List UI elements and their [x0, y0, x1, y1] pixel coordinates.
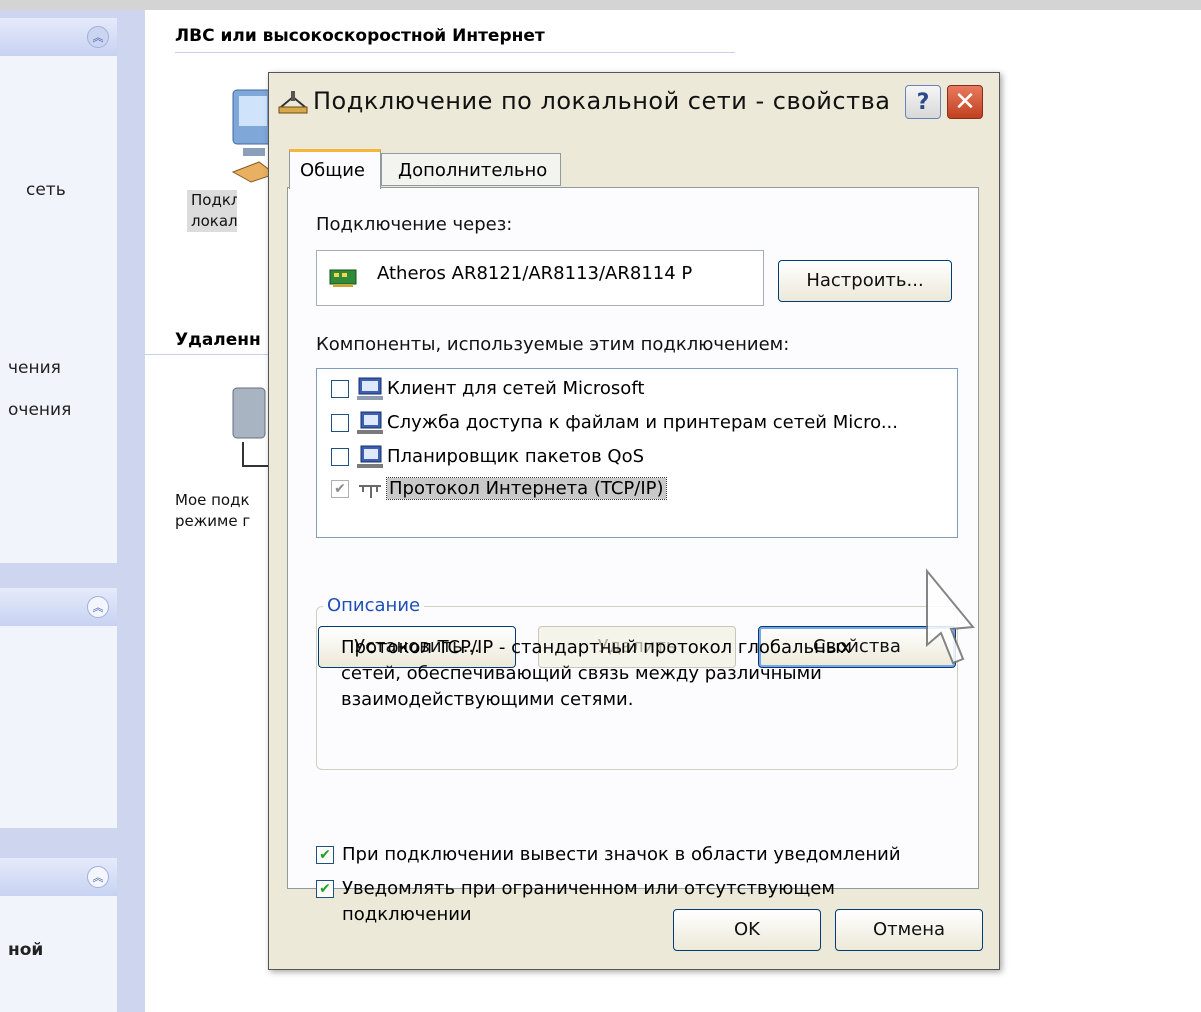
- component-checkbox[interactable]: [331, 414, 349, 432]
- adapter-name: Atheros AR8121/AR8113/AR8114 P: [377, 263, 693, 284]
- network-service-icon: [357, 445, 383, 468]
- show-icon-label: При подключении вывести значок в области…: [342, 844, 901, 865]
- components-label: Компоненты, используемые этим подключени…: [316, 334, 790, 355]
- configure-button[interactable]: Настроить...: [778, 260, 952, 302]
- list-item-selected[interactable]: ✔ Протокол Интернета (TCP/IP): [331, 475, 951, 505]
- notify-checkbox[interactable]: ✔: [316, 880, 334, 898]
- list-item[interactable]: Планировщик пакетов QoS: [331, 443, 951, 473]
- connect-via-label: Подключение через:: [316, 214, 513, 235]
- group-divider: [175, 52, 735, 53]
- adapter-box: Atheros AR8121/AR8113/AR8114 P: [316, 250, 764, 306]
- description-text: Протокол TCP/IP - стандартный протокол г…: [341, 637, 851, 710]
- description-group: Описание Протокол TCP/IP - стандартный п…: [316, 595, 958, 770]
- dialup-connection-icon[interactable]: [229, 382, 269, 472]
- mouse-cursor-icon: [926, 568, 975, 665]
- top-rule: [0, 0, 1201, 10]
- tab-panel-general: Подключение через: Atheros AR8121/AR8113…: [287, 187, 979, 925]
- group-title-remote: Удаленн: [175, 330, 261, 350]
- close-button[interactable]: ✕: [947, 85, 983, 119]
- network-client-icon: [357, 377, 383, 400]
- list-item[interactable]: Служба доступа к файлам и принтерам сете…: [331, 409, 951, 439]
- group-title-lan: ЛВС или высокоскоростной Интернет: [175, 26, 545, 46]
- properties-dialog: Подключение по локальной сети - свойства…: [268, 72, 1000, 970]
- title-bar[interactable]: Подключение по локальной сети - свойства…: [269, 73, 999, 129]
- components-list[interactable]: Клиент для сетей Microsoft Служба доступ…: [316, 368, 958, 538]
- task-card-2: ︽: [0, 588, 117, 828]
- show-icon-checkbox[interactable]: ✔: [316, 846, 334, 864]
- task-card-1: ︽ сеть чения очения: [0, 18, 117, 563]
- ok-button[interactable]: OK: [673, 909, 821, 951]
- tab-general[interactable]: Общие: [289, 149, 381, 189]
- task-card-3: ︽ ной: [0, 858, 117, 1012]
- task-card-1-header[interactable]: ︽: [0, 18, 117, 56]
- task-card-2-header[interactable]: ︽: [0, 588, 117, 626]
- network-connection-icon: [278, 91, 308, 114]
- component-checkbox[interactable]: ✔: [331, 480, 349, 498]
- task-card-3-header[interactable]: ︽: [0, 858, 117, 896]
- protocol-icon: [359, 485, 381, 498]
- help-button[interactable]: ?: [905, 85, 941, 119]
- component-label: Планировщик пакетов QoS: [387, 446, 645, 467]
- network-adapter-icon: [329, 269, 357, 287]
- pane-link-2[interactable]: чения: [8, 358, 61, 378]
- component-checkbox[interactable]: [331, 448, 349, 466]
- collapse-icon[interactable]: ︽: [87, 866, 109, 888]
- list-item[interactable]: Клиент для сетей Microsoft: [331, 375, 951, 405]
- pane-link-3[interactable]: очения: [8, 400, 71, 420]
- collapse-icon[interactable]: ︽: [87, 596, 109, 618]
- pane-link-1[interactable]: сеть: [26, 180, 66, 200]
- connection-label-1[interactable]: Подклю локаль: [187, 190, 237, 232]
- network-service-icon: [357, 411, 383, 434]
- description-legend: Описание: [323, 595, 425, 616]
- pane-link-4[interactable]: ной: [8, 940, 43, 960]
- collapse-icon[interactable]: ︽: [87, 26, 109, 48]
- component-label: Протокол Интернета (TCP/IP): [386, 477, 667, 500]
- tab-advanced[interactable]: Дополнительно: [381, 153, 561, 186]
- component-checkbox[interactable]: [331, 380, 349, 398]
- dialog-title: Подключение по локальной сети - свойства: [313, 87, 891, 115]
- component-label: Служба доступа к файлам и принтерам сете…: [387, 412, 898, 433]
- cancel-button[interactable]: Отмена: [835, 909, 983, 951]
- component-label: Клиент для сетей Microsoft: [387, 378, 645, 399]
- connection-label-2[interactable]: Мое подк режиме г: [175, 490, 263, 532]
- task-pane: ︽ сеть чения очения ︽ ︽ ной: [0, 10, 145, 1012]
